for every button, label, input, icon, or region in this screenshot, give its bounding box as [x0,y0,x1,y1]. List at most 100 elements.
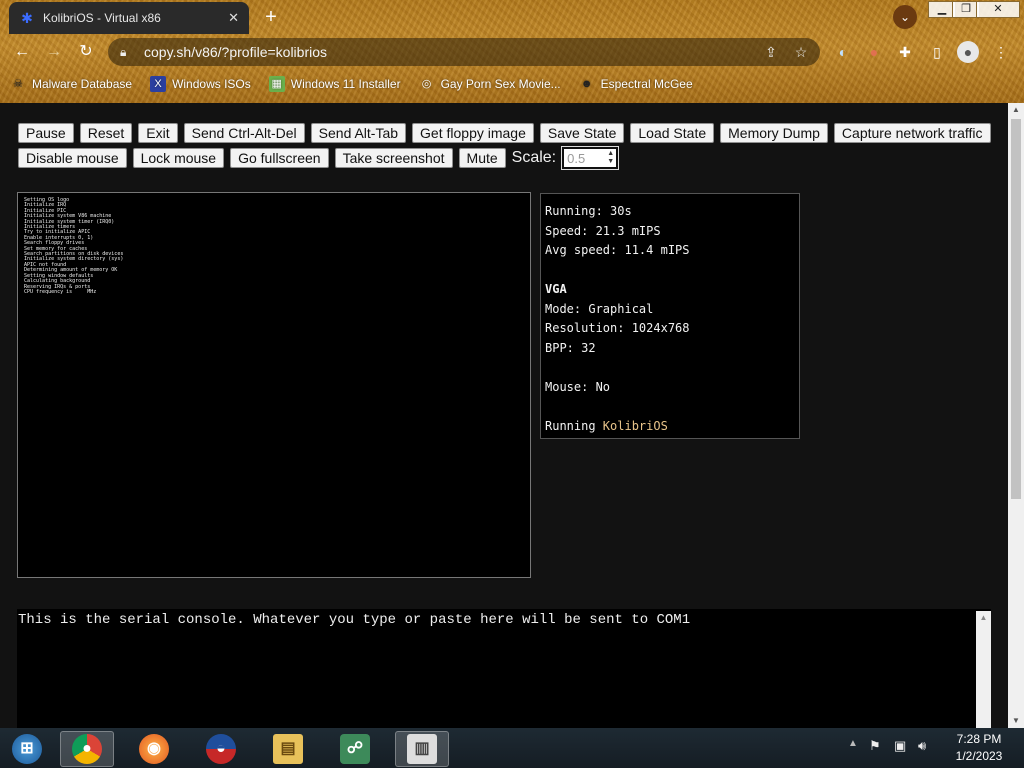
bookmark-item[interactable]: ◎ Gay Porn Sex Movie... [419,76,561,92]
os-name: KolibriOS [602,418,668,433]
volume-icon[interactable]: 🔊︎ [918,738,926,754]
clock-time: 7:28 PM [956,732,1002,746]
avatar-icon: ☻ [580,78,593,90]
clock-date: 1/2/2023 [955,749,1003,763]
menu-kebab-icon[interactable]: ⋮ [990,41,1012,63]
x-icon: X [150,76,167,92]
page-scrollbar[interactable]: ▲ ▼ [1008,103,1024,728]
network-icon[interactable]: ▣ [894,738,906,754]
skull-icon: ☠ [13,78,23,90]
boot-log-line: CPU frequency is MHz [24,288,97,295]
stat-avg-speed: Avg speed: 11.4 mIPS [545,243,690,257]
url-text[interactable]: copy.sh/v86/?profile=kolibrios [144,44,760,60]
stat-mouse: Mouse: No [545,379,611,394]
browser-chrome: ✱ KolibriOS - Virtual x86 ✕ + ⌄ ▁ ❐ ✕ ← … [0,0,1024,103]
mute-button[interactable]: Mute [458,148,506,168]
control-buttons-row-2: Disable mouse Lock mouse Go fullscreen T… [18,146,620,170]
forward-icon[interactable]: → [44,42,64,62]
new-tab-icon[interactable]: + [261,6,281,29]
taskbar-file-explorer[interactable]: ▤ [261,731,315,767]
stat-resolution: Resolution: 1024x768 [545,321,690,335]
stat-mode: Mode: Graphical [545,301,654,316]
stat-running: Running: 30s [545,204,632,218]
scale-input[interactable]: 0.5 ▲ ▼ [561,146,620,170]
bookmark-star-icon[interactable]: ☆ [790,44,812,61]
globe-icon: ◎ [421,78,432,90]
taskbar-network-app[interactable]: ☍ [328,731,382,767]
v86-favicon-icon: ✱ [21,10,33,26]
folder-icon: ▤ [273,734,303,764]
share-icon[interactable]: ⇪ [760,44,782,61]
trans-flag-extension-icon[interactable]: ◐ [832,41,854,63]
start-button[interactable]: ⊞ [0,731,54,767]
address-bar[interactable]: 🔒︎ copy.sh/v86/?profile=kolibrios ⇪ ☆ [108,38,820,66]
tray-overflow-icon[interactable]: ▲ [848,738,858,749]
serial-console-scrollbar[interactable]: ▲ [976,611,991,728]
bookmark-label: Gay Porn Sex Movie... [440,77,561,91]
obama-logo-icon: ◒ [206,734,236,764]
bookmark-label: Windows 11 Installer [290,77,401,91]
bookmark-label: Windows ISOs [172,77,251,91]
account-avatar-icon[interactable]: ● [957,41,979,63]
taskbar-firefox[interactable]: ◉ [127,731,181,767]
send-ctrl-alt-del-button[interactable]: Send Ctrl-Alt-Del [183,123,305,143]
control-buttons-row-1: Pause Reset Exit Send Ctrl-Alt-Del Send … [18,123,997,143]
send-alt-tab-button[interactable]: Send Alt-Tab [310,123,407,143]
browser-tab[interactable]: ✱ KolibriOS - Virtual x86 ✕ [9,2,249,34]
tab-close-icon[interactable]: ✕ [228,10,239,26]
pause-button[interactable]: Pause [18,123,74,143]
taskbar-archive-app[interactable]: ▥ [395,731,449,767]
image-icon: ▦ [268,76,285,92]
stat-running-os: Running KolibriOS [545,417,795,437]
boot-log: Setting OS logo Initialize IRQ Initialize … [24,197,123,295]
bookmark-item[interactable]: ▦ Windows 11 Installer [268,76,401,92]
network-people-icon: ☍ [340,734,370,764]
go-fullscreen-button[interactable]: Go fullscreen [230,148,329,168]
bookmark-label: Malware Database [32,77,133,91]
take-screenshot-button[interactable]: Take screenshot [334,148,453,168]
chrome-icon: ● [72,734,102,764]
save-state-button[interactable]: Save State [539,123,625,143]
vga-heading: VGA [545,282,567,296]
scroll-up-icon[interactable]: ▲ [976,613,991,622]
window-close-icon[interactable]: ✕ [976,1,1020,18]
reload-icon[interactable]: ↻ [76,42,96,62]
serial-console[interactable]: This is the serial console. Whatever you… [17,609,991,728]
extensions-puzzle-icon[interactable]: ✚ [894,41,916,63]
archive-icon: ▥ [407,734,437,764]
running-prefix: Running [545,418,603,433]
bookmarks-bar: ☠ Malware Database X Windows ISOs ▦ Wind… [0,72,1024,96]
taskbar-chrome[interactable]: ● [60,731,114,767]
windows-orb-icon: ⊞ [12,734,42,764]
stats-panel: Running: 30s Speed: 21.3 mIPS Avg speed:… [540,193,800,439]
spinner-arrows-icon[interactable]: ▲ ▼ [607,150,614,166]
firefox-icon: ◉ [139,734,169,764]
system-clock[interactable]: 7:28 PM 1/2/2023 [944,731,1014,765]
disable-mouse-button[interactable]: Disable mouse [18,148,127,168]
emulator-screen[interactable]: Setting OS logo Initialize IRQ Initialize … [17,192,531,578]
bookmark-item[interactable]: X Windows ISOs [150,76,251,92]
tab-search-icon[interactable]: ⌄ [893,5,917,29]
profile-extension-icon[interactable]: ● [863,41,885,63]
bookmark-item[interactable]: ☠ Malware Database [10,76,132,92]
memory-dump-button[interactable]: Memory Dump [720,123,828,143]
scale-value[interactable]: 0.5 [567,151,585,166]
lock-mouse-button[interactable]: Lock mouse [132,148,225,168]
stat-bpp: BPP: 32 [545,340,596,355]
get-floppy-image-button[interactable]: Get floppy image [412,123,534,143]
capture-network-traffic-button[interactable]: Capture network traffic [833,123,991,143]
action-center-flag-icon[interactable]: ⚑ [869,738,881,754]
scrollbar-thumb[interactable] [1011,119,1021,499]
tab-title: KolibriOS - Virtual x86 [43,11,161,25]
taskbar-obama-app[interactable]: ◒ [194,731,248,767]
load-state-button[interactable]: Load State [630,123,715,143]
scroll-up-icon[interactable]: ▲ [1008,103,1024,117]
back-icon[interactable]: ← [12,42,32,62]
bookmark-label: Espectral McGee [600,77,693,91]
scroll-down-icon[interactable]: ▼ [1008,714,1024,728]
bookmark-item[interactable]: ☻ Espectral McGee [579,76,693,92]
side-panel-icon[interactable]: ▯ [926,41,948,63]
exit-button[interactable]: Exit [138,123,178,143]
reset-button[interactable]: Reset [79,123,133,143]
stat-speed: Speed: 21.3 mIPS [545,223,661,238]
